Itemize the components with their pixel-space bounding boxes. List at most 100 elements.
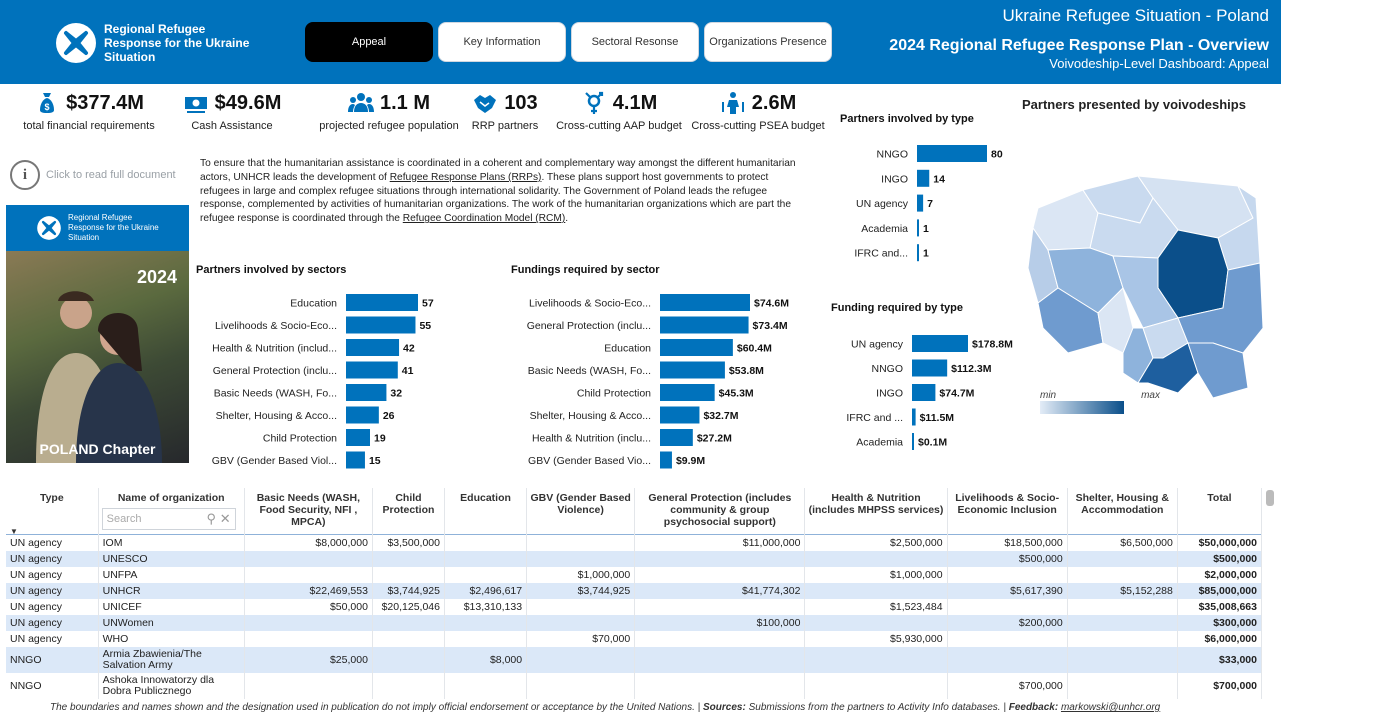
cell-amount: $18,500,000	[947, 534, 1068, 551]
bar[interactable]	[917, 145, 987, 162]
cell-type: UN agency	[6, 615, 99, 631]
table-row[interactable]: UN agency UNESCO $500,000 $500,000	[6, 551, 1263, 567]
tab-organizations-presence[interactable]: Organizations Presence	[704, 22, 832, 62]
cell-amount	[634, 673, 806, 699]
table-row[interactable]: UN agency UNICEF $50,000 $20,125,046 $13,310…	[6, 599, 1263, 615]
kpi-rrp-partners: 103 RRP partners	[462, 90, 548, 133]
col-header-child-protection[interactable]: Child Protection	[372, 488, 446, 535]
cell-total: $33,000	[1177, 647, 1263, 673]
cell-amount: $1,000,000	[526, 567, 636, 583]
cell-amount: $100,000	[634, 615, 806, 631]
cell-amount	[244, 631, 373, 647]
bar[interactable]	[917, 194, 924, 212]
bar[interactable]	[917, 244, 919, 262]
kpi-value: 1.1 M	[379, 91, 431, 114]
data-label: $74.7M	[939, 388, 974, 400]
table-scrollbar[interactable]	[1266, 490, 1274, 506]
cell-amount: $2,500,000	[804, 534, 948, 551]
tab-sectoral-response[interactable]: Sectoral Resonse	[571, 22, 699, 62]
tab-appeal[interactable]: Appeal	[305, 22, 433, 62]
bar[interactable]	[346, 451, 365, 469]
cell-organization: UNHCR	[98, 583, 245, 599]
region-zachodniopomorskie[interactable]	[1032, 189, 1099, 251]
cell-amount: $50,000	[244, 599, 373, 615]
bar[interactable]	[346, 384, 387, 401]
category-label: Livelihoods & Socio-Eco...	[529, 298, 651, 310]
bar[interactable]	[346, 316, 416, 334]
bar[interactable]	[660, 361, 725, 379]
protection-icon	[721, 92, 744, 114]
clear-icon[interactable]: ✕	[220, 511, 231, 526]
col-header-total[interactable]: Total	[1177, 488, 1263, 535]
table-row[interactable]: UN agency IOM $8,000,000 $3,500,000 $11,000,…	[6, 534, 1263, 551]
bar[interactable]	[912, 408, 916, 426]
cell-amount	[1067, 615, 1178, 631]
voivodeship-map[interactable]	[1028, 168, 1268, 398]
bar[interactable]	[660, 406, 700, 424]
tab-key-information[interactable]: Key Information	[438, 22, 566, 62]
cell-amount	[947, 567, 1068, 583]
bar[interactable]	[912, 433, 914, 450]
bar[interactable]	[346, 339, 400, 356]
bar[interactable]	[917, 219, 919, 237]
cell-type: UN agency	[6, 567, 99, 583]
bar[interactable]	[660, 316, 749, 334]
cell-total: $300,000	[1177, 615, 1263, 631]
col-header-education[interactable]: Education	[444, 488, 528, 535]
cell-amount: $41,774,302	[634, 583, 806, 599]
bar[interactable]	[660, 339, 733, 356]
cell-amount	[1067, 599, 1178, 615]
bar[interactable]	[660, 429, 693, 446]
table-row[interactable]: UN agency UNWomen $100,000 $200,000 $300,000	[6, 615, 1263, 631]
bar[interactable]	[912, 384, 936, 401]
legend-max-label: max	[1141, 390, 1160, 401]
cover-image[interactable]: Regional Refugee Response for the Ukrain…	[6, 205, 189, 463]
feedback-email-link[interactable]: markowski@unhcr.org	[1061, 702, 1160, 713]
bar[interactable]	[346, 361, 398, 379]
data-label: $0.1M	[918, 437, 947, 449]
col-header-organization[interactable]: Name of organization Search ⚲ ✕	[98, 488, 245, 535]
category-label: Academia	[856, 437, 903, 449]
data-label: $112.3M	[951, 363, 992, 375]
bar[interactable]	[917, 169, 930, 187]
col-header-basic-needs[interactable]: Basic Needs (WASH, Food Security, NFI , …	[244, 488, 373, 535]
rcm-link[interactable]: Refugee Coordination Model (RCM)	[403, 213, 566, 224]
header-bar: Regional Refugee Response for the Ukrain…	[0, 0, 1281, 84]
cell-amount: $70,000	[526, 631, 636, 647]
cell-type: UN agency	[6, 631, 99, 647]
table-row[interactable]: UN agency WHO $70,000 $5,930,000 $6,000,000	[6, 631, 1263, 647]
cell-amount	[372, 551, 446, 567]
col-header-general-protection[interactable]: General Protection (includes community &…	[634, 488, 806, 535]
data-label: $27.2M	[697, 433, 732, 445]
bar[interactable]	[660, 294, 750, 311]
table-row[interactable]: NNGO Armia Zbawienia/The Salvation Army $2…	[6, 647, 1263, 673]
rrp-link[interactable]: Refugee Response Plans (RRPs)	[390, 172, 542, 183]
table-row[interactable]: UN agency UNFPA $1,000,000 $1,000,000 $2,000…	[6, 567, 1263, 583]
search-input[interactable]: Search ⚲ ✕	[101, 508, 236, 530]
bar[interactable]	[912, 359, 948, 377]
table-row[interactable]: UN agency UNHCR $22,469,553 $3,744,925 $2,49…	[6, 583, 1263, 599]
table-row[interactable]: NNGO Ashoka Innowatorzy dla Dobra Publicz…	[6, 673, 1263, 699]
cell-total: $700,000	[1177, 673, 1263, 699]
col-header-type[interactable]: Type ▼	[6, 488, 99, 538]
col-header-shelter[interactable]: Shelter, Housing & Accommodation	[1067, 488, 1178, 535]
region-podkarpackie[interactable]	[1187, 342, 1249, 398]
bar[interactable]	[346, 406, 379, 424]
cell-amount: $5,152,288	[1067, 583, 1178, 599]
bar[interactable]	[660, 384, 715, 401]
category-label: INGO	[876, 388, 903, 400]
sort-arrow-icon[interactable]: ▼	[10, 526, 18, 538]
bar[interactable]	[346, 429, 370, 446]
bar[interactable]	[346, 294, 418, 311]
search-icon[interactable]: ⚲	[207, 511, 217, 526]
read-document-link[interactable]: i Click to read full document	[10, 160, 176, 190]
col-header-gbv[interactable]: GBV (Gender Based Violence)	[526, 488, 636, 535]
cell-amount: $5,930,000	[804, 631, 948, 647]
cell-amount: $8,000,000	[244, 534, 373, 551]
col-header-health[interactable]: Health & Nutrition (includes MHPSS servi…	[804, 488, 948, 535]
col-header-livelihoods[interactable]: Livelihoods & Socio-Economic Inclusion	[947, 488, 1068, 535]
cell-amount	[444, 631, 528, 647]
cell-amount	[804, 583, 948, 599]
bar[interactable]	[660, 451, 672, 469]
bar[interactable]	[912, 335, 968, 352]
